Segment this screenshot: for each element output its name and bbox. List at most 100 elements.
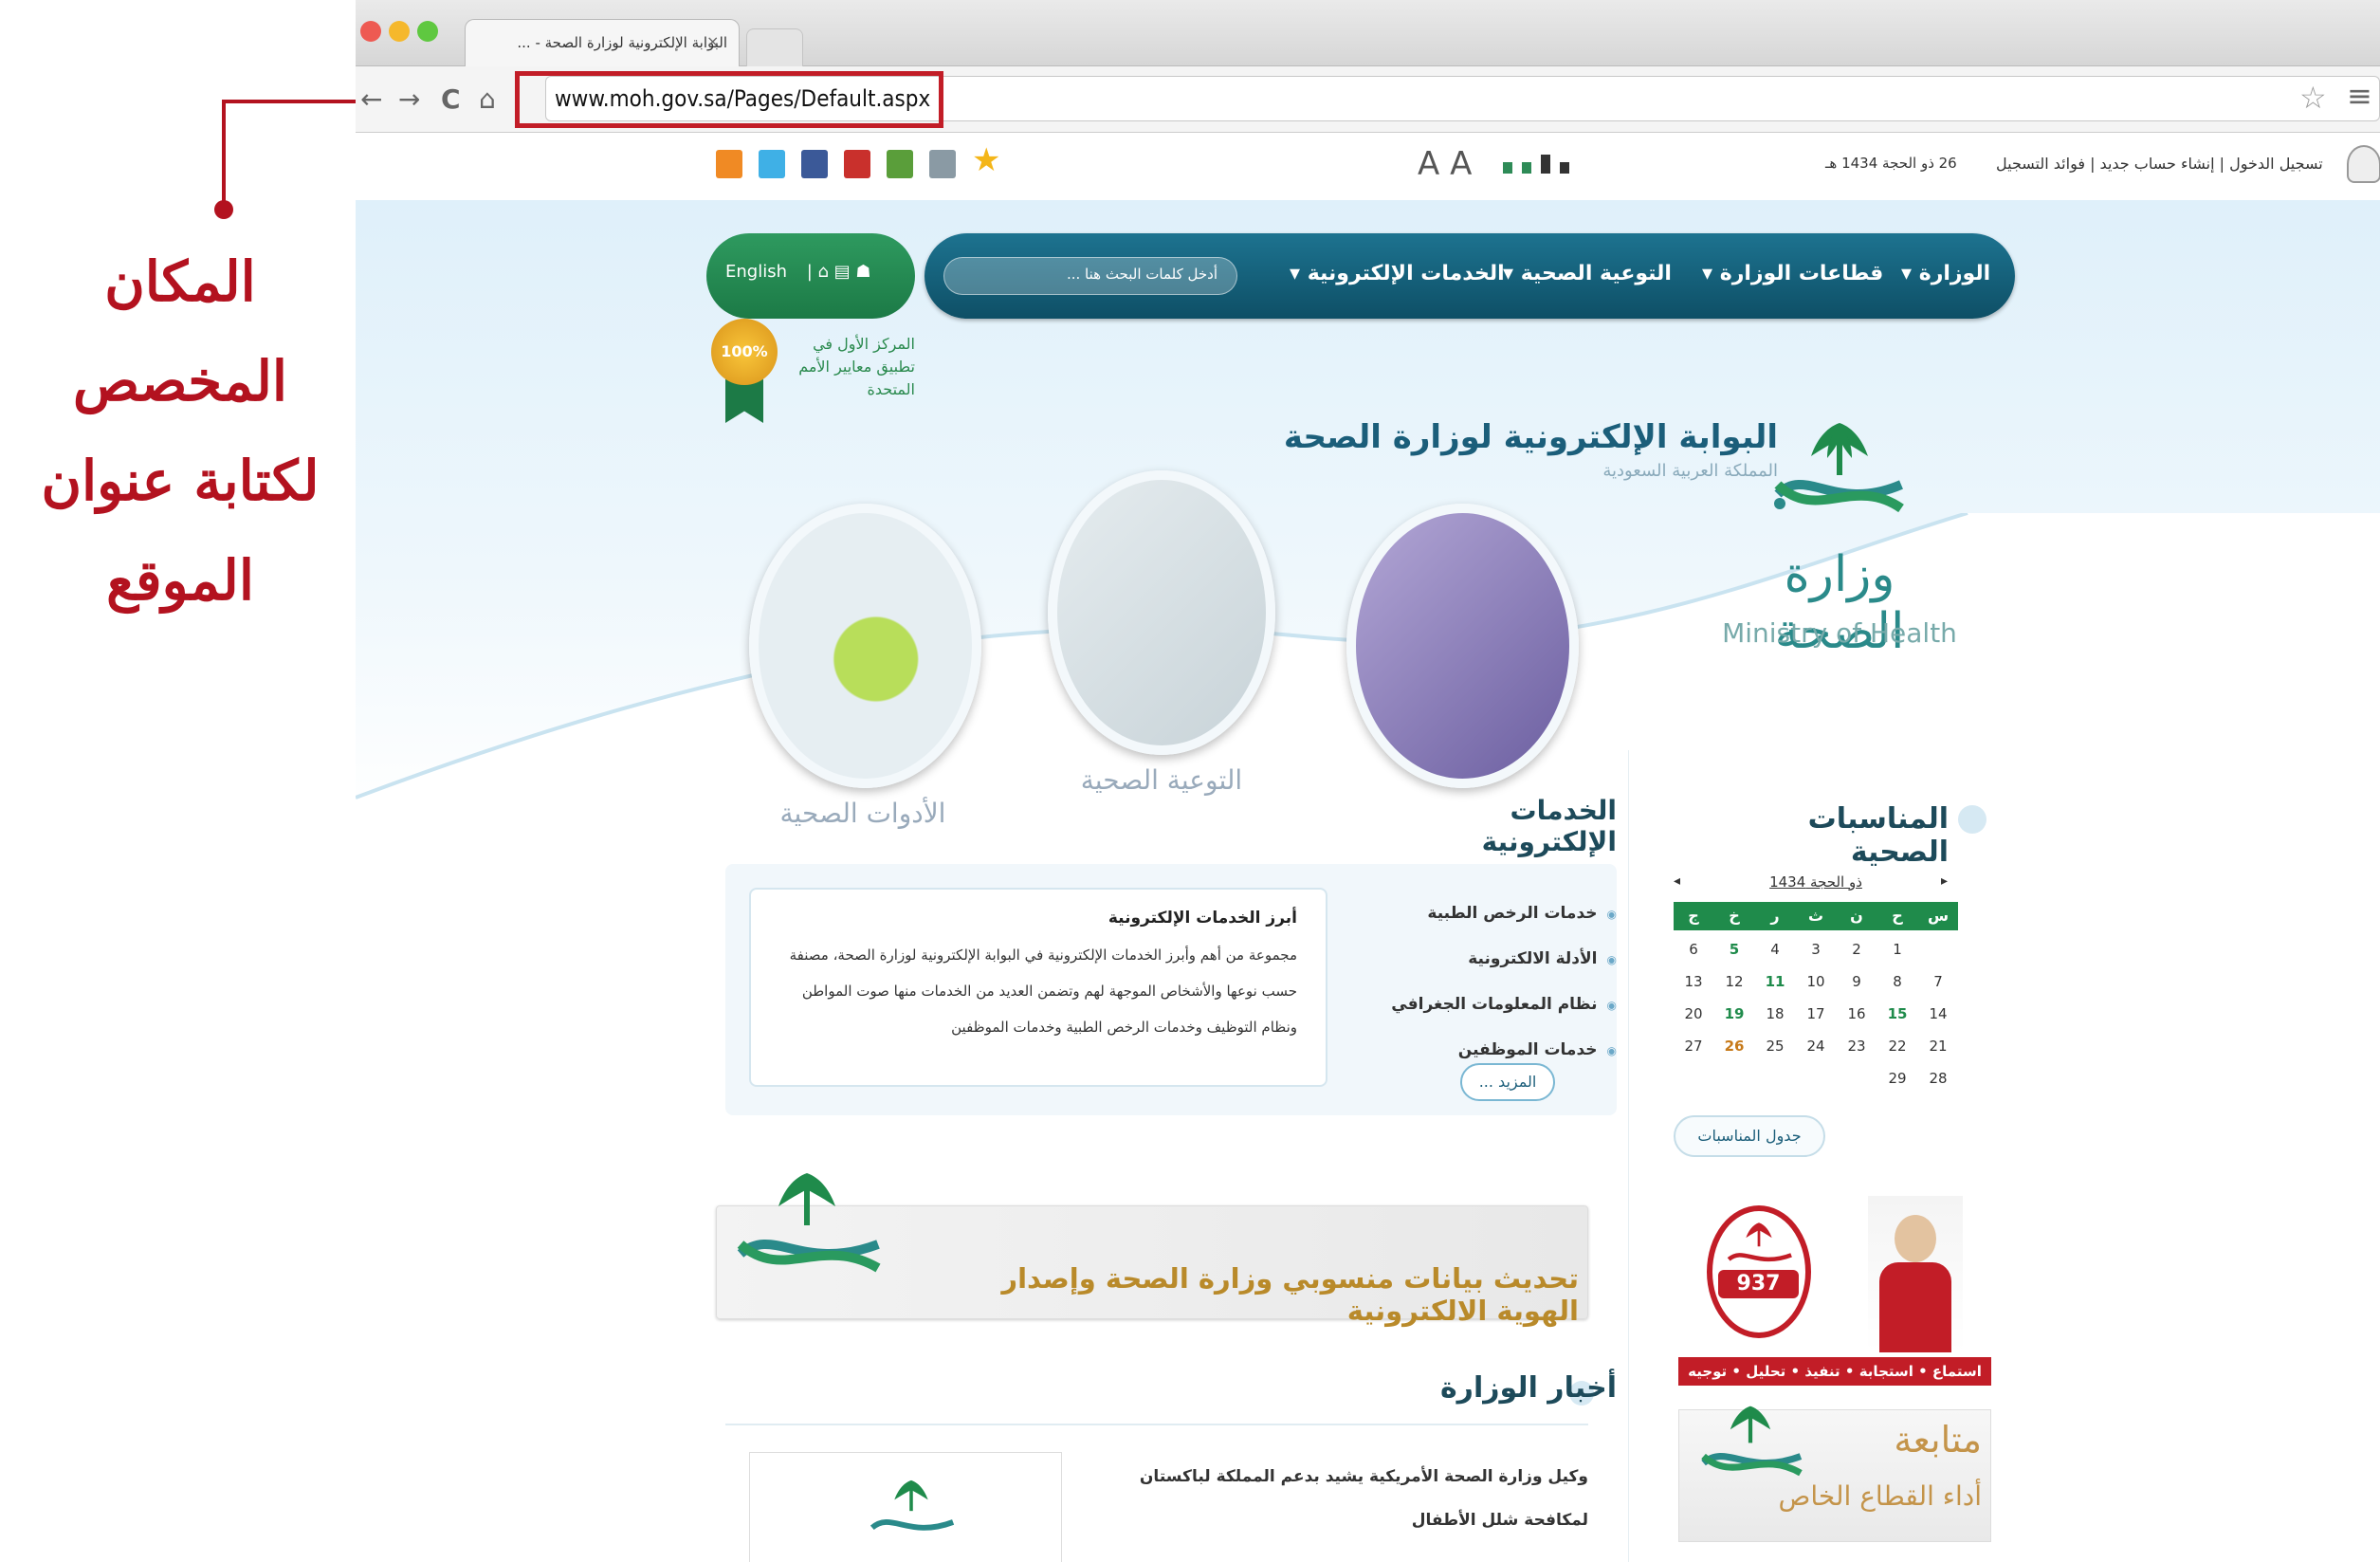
youtube-icon[interactable] bbox=[844, 150, 870, 178]
calendar-day[interactable]: 6 bbox=[1674, 934, 1713, 965]
calendar-day[interactable]: 11 bbox=[1755, 966, 1795, 997]
news-title: أخبار الوزارة bbox=[1439, 1371, 1617, 1405]
login-links[interactable]: تسجيل الدخول | إنشاء حساب جديد | فوائد ا… bbox=[1996, 155, 2323, 173]
calendar-day[interactable]: 13 bbox=[1674, 966, 1713, 997]
calendar-day[interactable]: 28 bbox=[1918, 1063, 1958, 1093]
nav-item-eservices[interactable]: الخدمات الإلكترونية ▾ bbox=[1290, 262, 1505, 285]
calendar-day[interactable]: 24 bbox=[1796, 1031, 1836, 1061]
calendar-day[interactable]: 27 bbox=[1674, 1031, 1713, 1061]
ad-person-image bbox=[1868, 1196, 1963, 1352]
calendar-prev-icon[interactable]: ◂ bbox=[1674, 873, 1680, 889]
facebook-icon[interactable] bbox=[801, 150, 828, 178]
eservice-link[interactable]: نظام المعلومات الجغرافي bbox=[1351, 995, 1617, 1014]
menu-icon[interactable]: ≡ bbox=[2347, 78, 2372, 114]
accessibility-icon[interactable] bbox=[1541, 155, 1550, 174]
theme-black-icon[interactable] bbox=[1560, 162, 1569, 174]
health-tools-image[interactable] bbox=[749, 504, 981, 788]
health-tools-caption[interactable]: الأدوات الصحية bbox=[730, 798, 996, 829]
calendar-day-today[interactable]: 26 bbox=[1714, 1031, 1754, 1061]
calendar-day[interactable]: 21 bbox=[1918, 1031, 1958, 1061]
english-link[interactable]: English bbox=[725, 262, 787, 282]
calendar-day[interactable]: 5 bbox=[1714, 934, 1754, 965]
twitter-icon[interactable] bbox=[759, 150, 785, 178]
bookmark-star-icon[interactable]: ☆ bbox=[2299, 80, 2327, 116]
health-awareness-image[interactable] bbox=[1048, 470, 1275, 755]
eservice-link[interactable]: خدمات الرخص الطبية bbox=[1351, 904, 1617, 923]
palm-logo-icon bbox=[1774, 423, 1904, 513]
news-thumbnail[interactable] bbox=[749, 1452, 1062, 1562]
more-button[interactable]: المزيد ... bbox=[1460, 1063, 1555, 1101]
calendar-day[interactable]: 15 bbox=[1877, 999, 1917, 1029]
follow-title[interactable]: متابعة bbox=[1806, 1419, 1982, 1461]
health-awareness-caption[interactable]: التوعية الصحية bbox=[1029, 764, 1294, 796]
ad-937-slogan: استماع • استجابة • تنفيذ • تحليل • توجيه bbox=[1678, 1357, 1991, 1386]
document-icon[interactable] bbox=[929, 150, 956, 178]
annotation-highlight-box bbox=[515, 71, 943, 128]
calendar-day[interactable]: 10 bbox=[1796, 966, 1836, 997]
health-events-title: المناسبات الصحية bbox=[1807, 802, 1949, 869]
award-text: المركز الأول في تطبيق معايير الأمم المتح… bbox=[798, 335, 915, 398]
forward-icon[interactable]: → bbox=[398, 83, 420, 115]
zoom-window-button[interactable] bbox=[417, 21, 438, 42]
calendar-day[interactable]: 3 bbox=[1796, 934, 1836, 965]
close-window-button[interactable] bbox=[360, 21, 381, 42]
new-tab-button[interactable] bbox=[746, 28, 803, 66]
calendar-day[interactable]: 14 bbox=[1918, 999, 1958, 1029]
theme-green-icon[interactable] bbox=[1503, 162, 1512, 174]
news-headline[interactable]: وكيل وزارة الصحة الأمريكية يشيد بدعم الم… bbox=[1076, 1455, 1588, 1542]
nav-label: التوعية الصحية bbox=[1520, 262, 1672, 285]
annotation-dot bbox=[214, 200, 233, 219]
home-icon[interactable]: ⌂ bbox=[479, 83, 496, 115]
calendar-day[interactable]: 12 bbox=[1714, 966, 1754, 997]
news-logo-icon bbox=[870, 1479, 955, 1531]
follow-subtitle[interactable]: أداء القطاع الخاص bbox=[1730, 1480, 1982, 1512]
tab-close-icon[interactable]: × bbox=[706, 32, 719, 50]
calendar-day[interactable]: 8 bbox=[1877, 966, 1917, 997]
reload-icon[interactable]: C bbox=[441, 83, 461, 115]
language-switch[interactable]: English | ⌂ ▤ ☗ bbox=[706, 233, 915, 319]
font-size-toggle[interactable]: A A bbox=[1418, 145, 1472, 183]
download-icon[interactable] bbox=[887, 150, 913, 178]
eservices-box-title: أبرز الخدمات الإلكترونية bbox=[1108, 909, 1297, 928]
events-bullet-icon bbox=[1958, 805, 1986, 834]
calendar-day[interactable]: 25 bbox=[1755, 1031, 1795, 1061]
calendar-day[interactable]: 19 bbox=[1714, 999, 1754, 1029]
portal-title: البوابة الإلكترونية لوزارة الصحة bbox=[1283, 418, 1778, 456]
eservice-link[interactable]: الأدلة الالكترونية bbox=[1351, 949, 1617, 968]
calendar-day[interactable]: 22 bbox=[1877, 1031, 1917, 1061]
events-schedule-button[interactable]: جدول المناسبات bbox=[1674, 1115, 1825, 1157]
back-icon[interactable]: ← bbox=[360, 83, 382, 115]
theme-dark-green-icon[interactable] bbox=[1522, 162, 1531, 174]
calendar-day[interactable]: 20 bbox=[1674, 999, 1713, 1029]
calendar-day[interactable]: 17 bbox=[1796, 999, 1836, 1029]
nav-item-sectors[interactable]: قطاعات الوزارة ▾ bbox=[1702, 262, 1883, 285]
rss-icon[interactable] bbox=[716, 150, 742, 178]
calendar-day[interactable]: 18 bbox=[1755, 999, 1795, 1029]
search-input[interactable]: أدخل كلمات البحث هنا ... bbox=[943, 257, 1237, 295]
minimize-window-button[interactable] bbox=[389, 21, 410, 42]
calendar-day[interactable]: 1 bbox=[1877, 934, 1917, 965]
calendar-day[interactable]: 7 bbox=[1918, 966, 1958, 997]
browser-tab[interactable]: البوابة الإلكترونية لوزارة الصحة - ... bbox=[465, 19, 740, 66]
user-icon bbox=[2347, 145, 2380, 183]
calendar-day[interactable]: 29 bbox=[1877, 1063, 1917, 1093]
tab-bar: البوابة الإلكترونية لوزارة الصحة - ... × bbox=[356, 0, 2380, 66]
eservice-link[interactable]: خدمات الموظفين bbox=[1351, 1040, 1617, 1059]
calendar-weekdays: س ح ن ث ر خ ج bbox=[1674, 902, 1958, 930]
nav-item-awareness[interactable]: التوعية الصحية ▾ bbox=[1503, 262, 1672, 285]
calendar-day[interactable]: 9 bbox=[1837, 966, 1877, 997]
weekday: ج bbox=[1688, 907, 1699, 925]
calendar-day[interactable]: 23 bbox=[1837, 1031, 1877, 1061]
eservices-image[interactable] bbox=[1346, 504, 1579, 788]
banner-text[interactable]: تحديث بيانات منسوبي وزارة الصحة وإصدار ا… bbox=[915, 1262, 1579, 1327]
nav-item-ministry[interactable]: الوزارة ▾ bbox=[1901, 262, 1990, 285]
moh-logo[interactable]: وزارة الصحة Ministry of Health bbox=[1721, 418, 1996, 665]
calendar-day[interactable]: 4 bbox=[1755, 934, 1795, 965]
calendar-day[interactable]: 2 bbox=[1837, 934, 1877, 965]
calendar-next-icon[interactable]: ▸ bbox=[1941, 873, 1948, 889]
annotation-label: المكان المخصص لكتابة عنوان الموقع bbox=[9, 232, 351, 631]
favorite-star-icon[interactable]: ★ bbox=[972, 141, 1000, 179]
calendar-month[interactable]: ذو الحجة 1434 bbox=[1674, 873, 1958, 898]
annotation-panel: المكان المخصص لكتابة عنوان الموقع bbox=[0, 0, 518, 1562]
calendar-day[interactable]: 16 bbox=[1837, 999, 1877, 1029]
